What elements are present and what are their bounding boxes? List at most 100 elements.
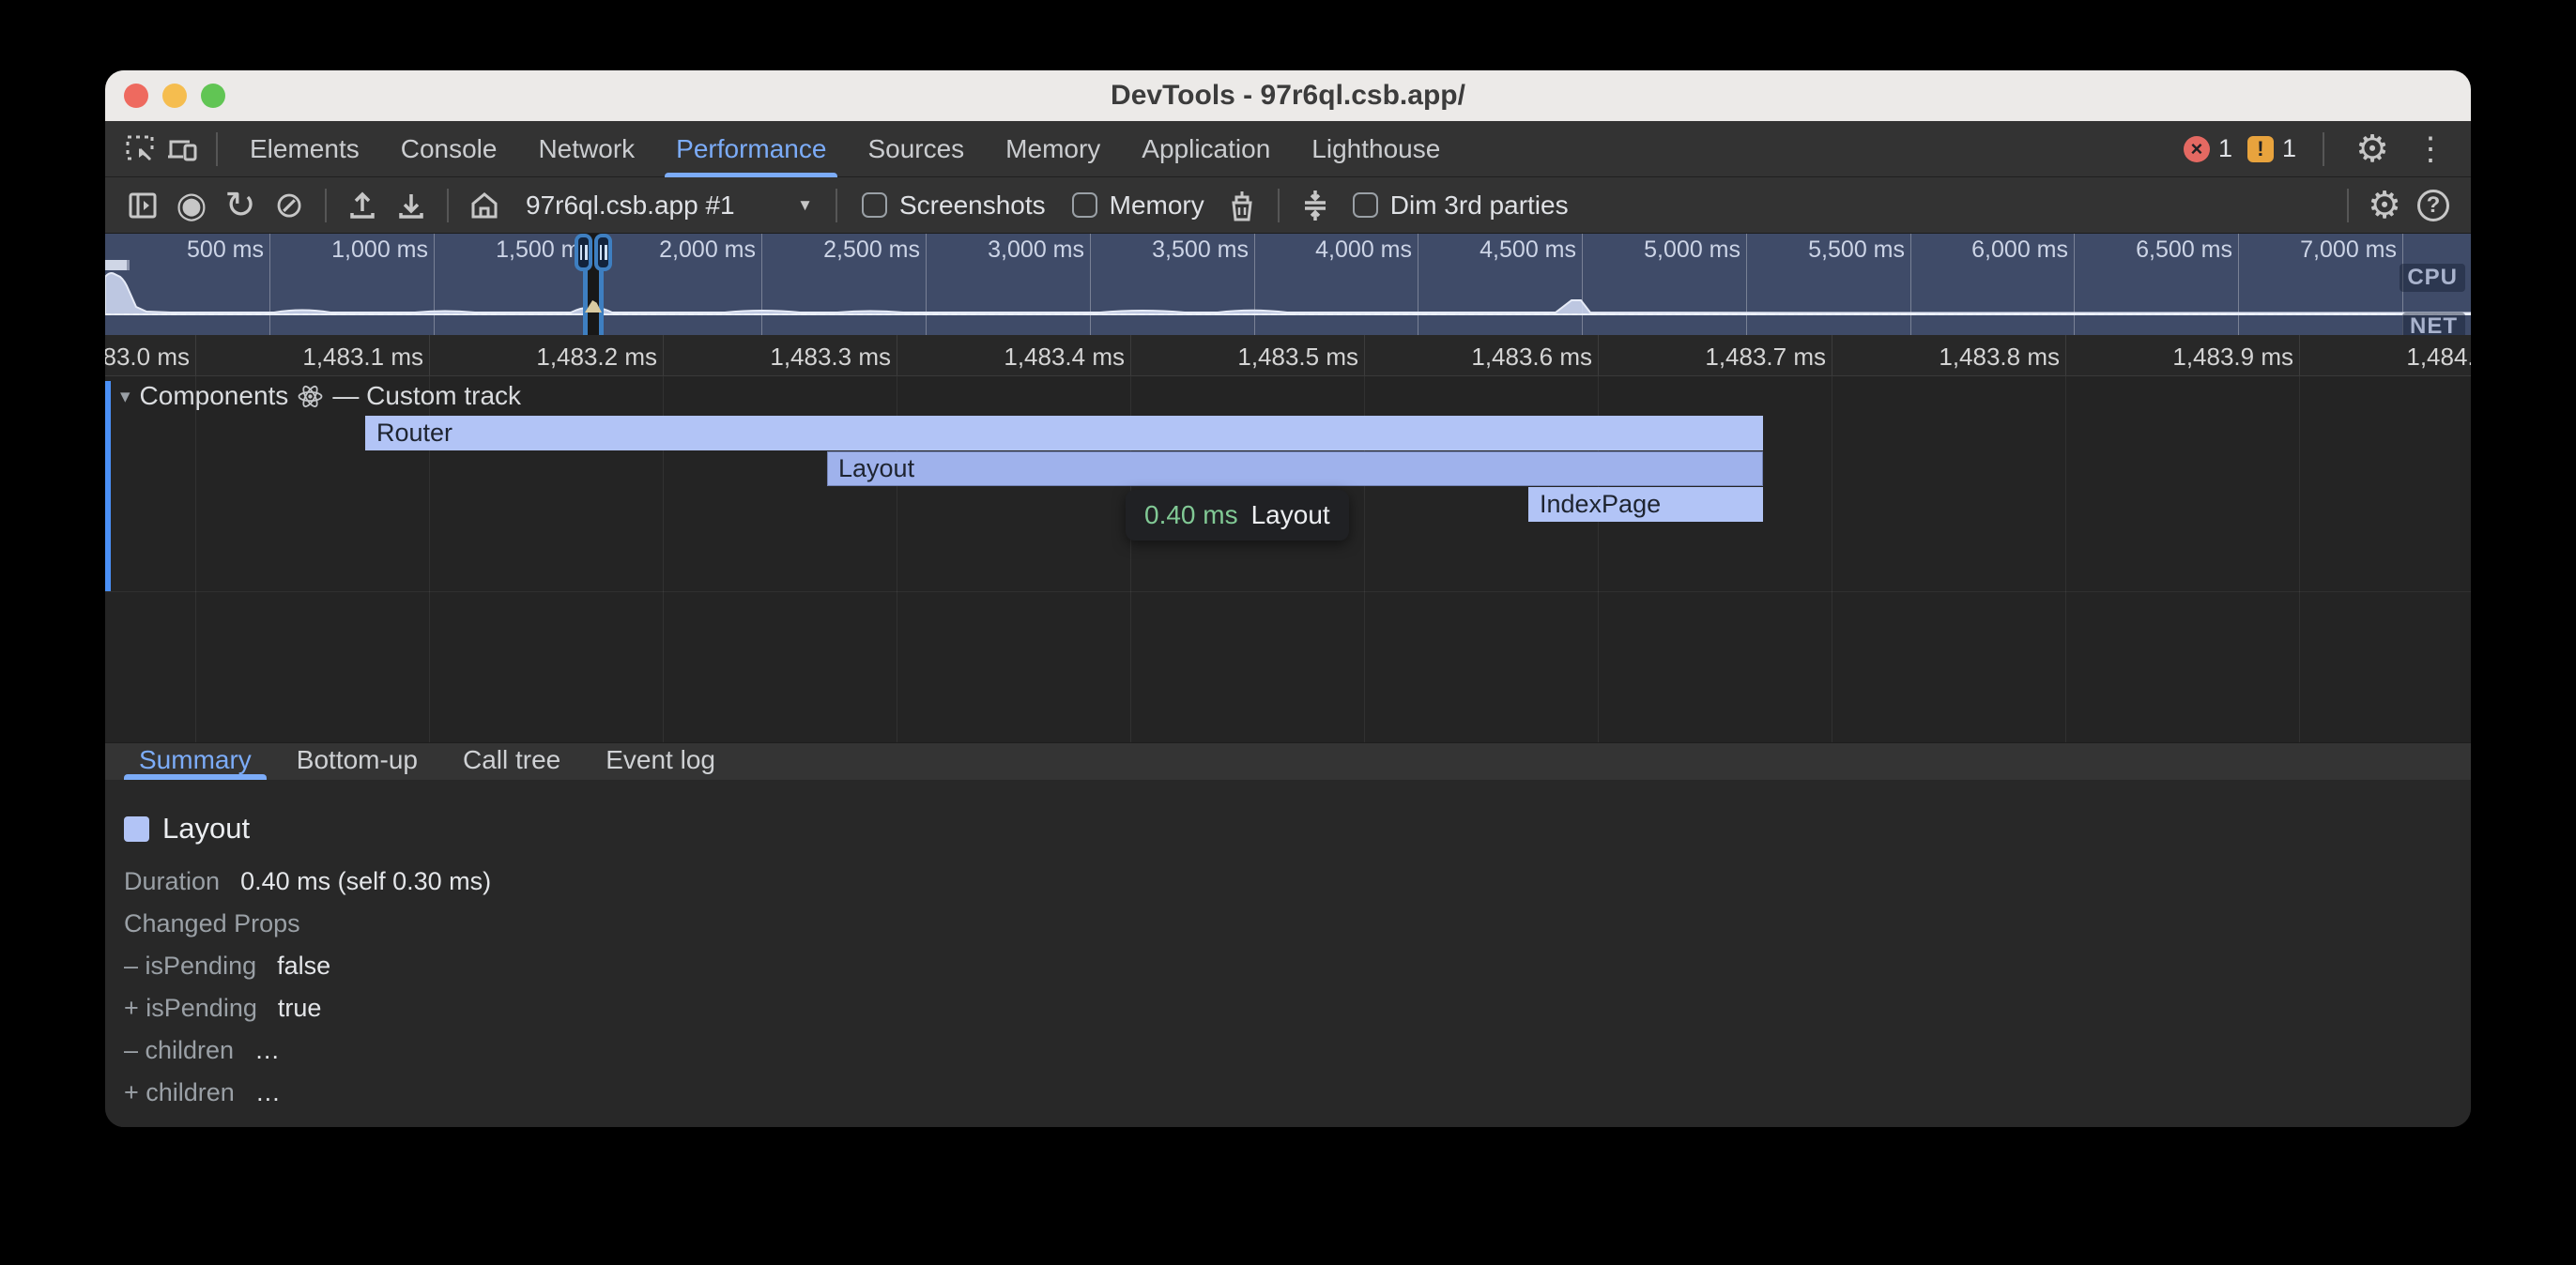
screenshots-checkbox-item[interactable]: Screenshots [862,191,1046,221]
toggle-device-toolbar-icon[interactable] [161,128,205,171]
selection-right-handle[interactable] [594,234,612,271]
selection-window[interactable] [575,234,612,335]
tooltip-label: Layout [1251,500,1330,530]
summary-row: – children … [124,1029,2471,1072]
flame-gridline [2299,376,2300,742]
screenshots-label: Screenshots [899,191,1046,221]
summary-row-label: Duration [124,867,220,896]
devtools-window: DevTools - 97r6ql.csb.app/ Elements Cons… [105,70,2471,1127]
flame-chart[interactable]: ▾ Components — Custom track RouterLayout… [105,376,2471,742]
toggle-sidebar-icon[interactable] [121,184,164,227]
record-icon[interactable]: ◉ [170,184,213,227]
reload-and-record-icon[interactable]: ↻ [219,184,262,227]
divider [216,132,218,166]
details-tab[interactable]: Event log [583,742,738,780]
track-suffix: — Custom track [332,381,521,411]
ruler-tick-label: 1,483.0 ms [105,335,190,376]
target-page-select[interactable]: 97r6ql.csb.app #1 ▼ [514,191,824,221]
error-badge[interactable]: × 1 [2184,134,2232,163]
components-track-header[interactable]: ▾ Components — Custom track [120,378,521,414]
screenshot-thumbnail [105,260,130,270]
upload-profile-icon[interactable] [341,184,384,227]
issues-badge[interactable]: ! 1 [2247,134,2296,163]
dim-3rd-parties-label: Dim 3rd parties [1390,191,1569,221]
zoom-window-button[interactable] [201,84,225,108]
timeline-overview[interactable]: 500 ms1,000 ms1,500 ms2,000 ms2,500 ms3,… [105,234,2471,335]
clear-icon[interactable]: ⊘ [268,184,311,227]
ruler-gridline [1130,335,1131,375]
error-icon: × [2184,136,2210,162]
summary-title-row: Layout [124,812,2471,846]
home-icon[interactable] [463,184,506,227]
panel-tab[interactable]: Console [380,121,518,177]
divider [2347,189,2349,222]
dim-3rd-parties-checkbox-item[interactable]: Dim 3rd parties [1353,191,1569,221]
panel-tab[interactable]: Application [1121,121,1291,177]
flame-bar[interactable]: Router [365,416,1763,450]
divider [447,189,449,222]
screenshots-checkbox[interactable] [862,192,887,218]
react-atom-icon [298,384,323,409]
panel-tab[interactable]: Network [517,121,655,177]
summary-row-value: … [254,1036,280,1065]
summary-row-label: – children [124,1036,234,1065]
ruler-gridline [429,335,430,375]
ruler-gridline [1364,335,1365,375]
summary-row: + children … [124,1072,2471,1114]
issues-icon: ! [2247,136,2274,162]
help-question-glyph: ? [2417,190,2449,221]
memory-label: Memory [1110,191,1204,221]
selection-left-handle[interactable] [575,234,592,271]
panel-tab[interactable]: Memory [985,121,1121,177]
divider [2323,132,2324,166]
close-window-button[interactable] [124,84,148,108]
flame-bar[interactable]: Layout [827,451,1763,486]
memory-checkbox[interactable] [1072,192,1097,218]
dim-3rd-parties-checkbox[interactable] [1353,192,1378,218]
summary-row: Duration 0.40 ms (self 0.30 ms) [124,861,2471,903]
settings-gear-icon[interactable]: ⚙ [2351,128,2394,171]
selection-left-line [583,262,588,335]
tooltip-duration: 0.40 ms [1144,500,1238,530]
collect-garbage-icon[interactable] [1220,184,1264,227]
details-tab[interactable]: Call tree [440,742,583,780]
panel-tab[interactable]: Elements [229,121,380,177]
panel-tab[interactable]: Performance [655,121,847,177]
collapse-sections-icon[interactable] [1294,184,1337,227]
summary-row-label: + isPending [124,994,257,1023]
download-profile-icon[interactable] [390,184,433,227]
collapse-triangle-icon[interactable]: ▾ [120,385,130,408]
window-title: DevTools - 97r6ql.csb.app/ [1111,80,1465,112]
target-page-label: 97r6ql.csb.app #1 [526,191,735,221]
traffic-lights [124,84,225,108]
panel-tab[interactable]: Sources [847,121,985,177]
summary-title: Layout [162,812,250,846]
panel-tab[interactable]: Lighthouse [1291,121,1461,177]
ruler-gridline [2299,335,2300,375]
memory-checkbox-item[interactable]: Memory [1072,191,1204,221]
divider [836,189,837,222]
net-lane-label: NET [2402,312,2465,335]
details-tab[interactable]: Bottom-up [274,742,440,780]
event-color-swatch [124,816,149,842]
summary-row: Changed Props [124,903,2471,945]
net-lane-divider [105,313,2471,315]
ruler-tick-label: 1,483.3 ms [666,335,891,376]
divider [325,189,327,222]
details-tab[interactable]: Summary [116,742,274,780]
help-icon[interactable]: ? [2412,184,2455,227]
ruler-gridline [663,335,664,375]
flame-gridline [195,376,196,742]
more-options-kebab-icon[interactable]: ⋮ [2409,128,2452,171]
ruler-tick-label: 1,484.0 ms [2302,335,2471,376]
flame-bar[interactable]: IndexPage [1528,487,1763,522]
flame-tooltip: 0.40 ms Layout [1126,490,1349,541]
minimize-window-button[interactable] [162,84,187,108]
ruler-tick-label: 1,483.8 ms [1834,335,2060,376]
inspect-element-icon[interactable] [118,128,161,171]
tabbar-right: × 1 ! 1 ⚙ ⋮ [2184,128,2471,171]
capture-settings-gear-icon[interactable]: ⚙ [2363,184,2406,227]
summary-row-value: true [278,994,322,1023]
track-title: Components [140,381,289,411]
ruler-tick-label: 1,483.6 ms [1367,335,1592,376]
